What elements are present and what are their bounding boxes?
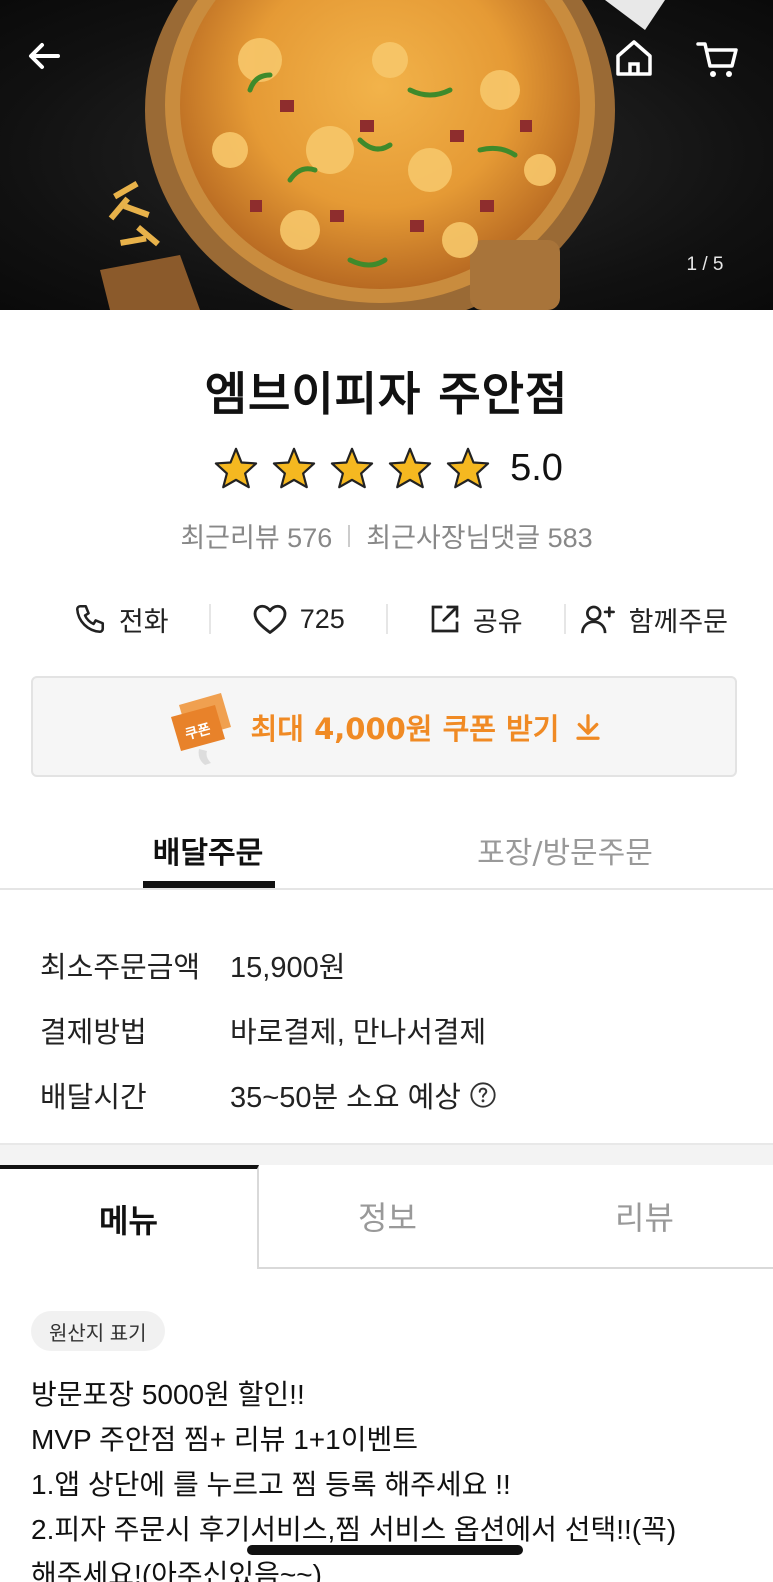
home-icon bbox=[616, 40, 652, 76]
tab-menu[interactable]: 메뉴 bbox=[0, 1165, 259, 1269]
help-icon[interactable] bbox=[469, 1081, 497, 1109]
image-counter: 1 / 5 bbox=[686, 254, 724, 275]
rating-row[interactable]: 5.0 bbox=[0, 446, 773, 490]
share-label: 공유 bbox=[472, 606, 523, 637]
review-stats[interactable]: 최근리뷰 576 최근사장님댓글 583 bbox=[0, 516, 773, 555]
add-user-icon bbox=[580, 605, 615, 634]
coupon-ticket-icon: 쿠폰 bbox=[170, 692, 231, 765]
star-icon bbox=[442, 446, 494, 490]
coupon-label: 최대 4,000원 쿠폰 받기 bbox=[250, 711, 560, 746]
like-button[interactable]: 725 bbox=[211, 590, 387, 648]
min-order-value: 15,900원 bbox=[230, 951, 346, 984]
group-order-button[interactable]: 함께주문 bbox=[566, 590, 742, 648]
star-icon bbox=[268, 446, 320, 490]
back-arrow-icon bbox=[29, 43, 60, 69]
order-type-tabs: 배달주문 포장/방문주문 bbox=[0, 812, 773, 890]
store-name: 엠브이피자 주안점 bbox=[204, 367, 569, 421]
owner-replies-link[interactable]: 최근사장님댓글 583 bbox=[366, 516, 592, 555]
like-count: 725 bbox=[299, 603, 345, 634]
notice-line: 방문포장 5000원 할인!! bbox=[31, 1379, 305, 1410]
divider bbox=[348, 524, 351, 547]
cart-button[interactable] bbox=[695, 36, 751, 92]
action-bar: 전화 725 공유 함께주문 bbox=[33, 590, 741, 648]
notice-line: 1.앱 상단에 를 누르고 찜 등록 해주세요 !! bbox=[31, 1469, 511, 1500]
origin-label-button[interactable]: 원산지 표기 bbox=[31, 1311, 165, 1351]
min-order-row: 최소주문금액 15,900원 bbox=[40, 932, 740, 997]
tab-review[interactable]: 리뷰 bbox=[516, 1165, 773, 1269]
cart-icon bbox=[696, 42, 738, 77]
download-arrow-icon bbox=[576, 713, 601, 740]
home-indicator-bar[interactable] bbox=[247, 1545, 523, 1555]
notice-line: MVP 주안점 찜+ 리뷰 1+1이벤트 bbox=[31, 1424, 418, 1455]
recent-reviews-link[interactable]: 최근리뷰 576 bbox=[180, 516, 332, 555]
delivery-time-value: 35~50분 소요 예상 bbox=[230, 1081, 461, 1114]
payment-value: 바로결제, 만나서결제 bbox=[230, 1016, 487, 1049]
call-button[interactable]: 전화 bbox=[33, 590, 209, 648]
back-button[interactable] bbox=[24, 36, 80, 92]
min-order-label: 최소주문금액 bbox=[40, 951, 201, 984]
notice-line: 해주세요!(아주신있음~~) bbox=[31, 1559, 322, 1582]
payment-label: 결제방법 bbox=[40, 1016, 147, 1049]
group-order-label: 함께주문 bbox=[628, 606, 728, 637]
coupon-download-button[interactable]: 쿠폰 최대 4,000원 쿠폰 받기 bbox=[31, 676, 737, 777]
star-icon bbox=[326, 446, 378, 490]
tab-delivery-order[interactable]: 배달주문 bbox=[128, 812, 288, 888]
payment-row: 결제방법 바로결제, 만나서결제 bbox=[40, 997, 740, 1062]
tab-pickup-order[interactable]: 포장/방문주문 bbox=[460, 812, 670, 888]
content-tabs: 메뉴 정보 리뷰 bbox=[0, 1165, 773, 1269]
star-icon bbox=[384, 446, 436, 490]
rating-score: 5.0 bbox=[510, 446, 563, 489]
star-icon bbox=[210, 446, 262, 490]
phone-icon bbox=[75, 604, 104, 634]
active-tab-indicator bbox=[143, 881, 275, 888]
delivery-time-label: 배달시간 bbox=[40, 1081, 147, 1114]
heart-icon bbox=[253, 604, 287, 634]
delivery-time-value-wrap: 35~50분 소요 예상 bbox=[230, 1074, 497, 1116]
tab-info[interactable]: 정보 bbox=[259, 1165, 516, 1269]
section-divider bbox=[0, 1143, 773, 1165]
call-label: 전화 bbox=[118, 606, 169, 637]
delivery-info: 최소주문금액 15,900원 결제방법 바로결제, 만나서결제 배달시간 35~… bbox=[40, 932, 740, 1127]
share-button[interactable]: 공유 bbox=[388, 590, 564, 648]
home-button[interactable] bbox=[612, 36, 668, 92]
store-hero-image[interactable]: 1 / 5 bbox=[0, 0, 773, 310]
delivery-time-row: 배달시간 35~50분 소요 예상 bbox=[40, 1062, 740, 1127]
share-icon bbox=[431, 605, 459, 633]
